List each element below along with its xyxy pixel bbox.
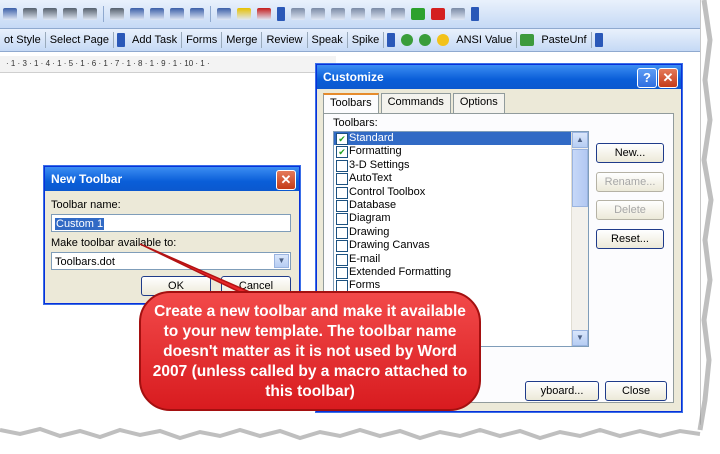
torn-edge-shadow bbox=[0, 0, 720, 454]
